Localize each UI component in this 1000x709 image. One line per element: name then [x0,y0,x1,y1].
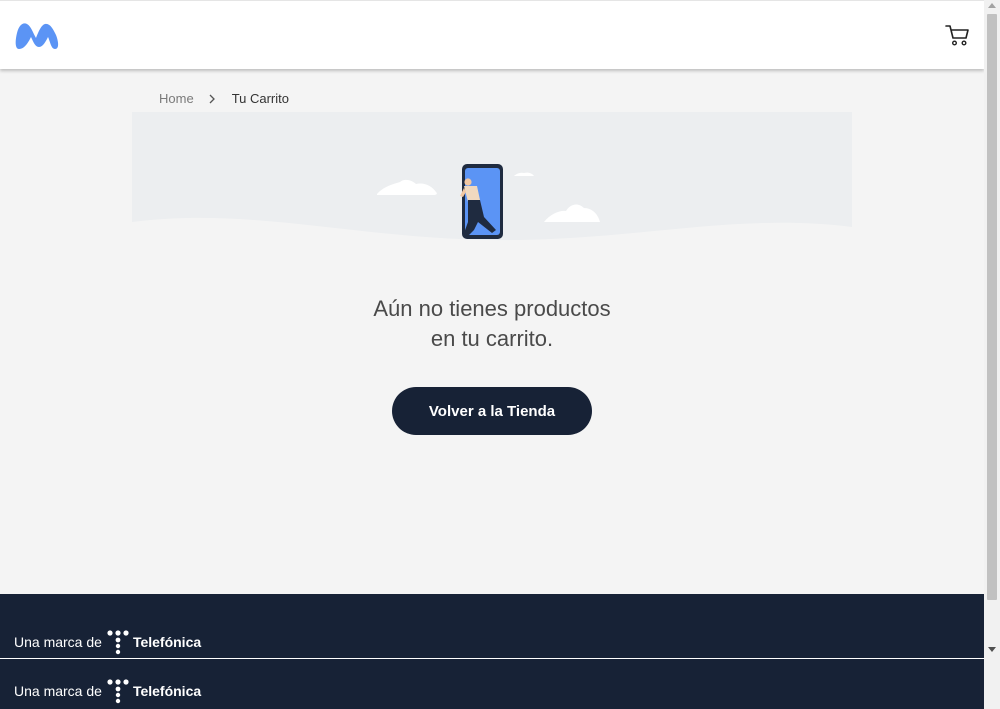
person-walking-out-of-phone-illustration [132,112,852,241]
empty-cart-message: Aún no tienes productos en tu carrito. [292,294,692,354]
empty-cart-banner [132,112,852,242]
footer-brand-name: Telefónica [132,634,202,650]
telefonica-logo-icon [107,630,129,655]
footer-brand-prefix: Una marca de [14,634,102,650]
site-footer: Una marca de Telefónica Una marca de Tel… [0,594,984,709]
breadcrumb-current: Tu Carrito [231,91,289,106]
scroll-down-arrow-icon[interactable] [988,647,996,652]
empty-cart-message-line2: en tu carrito. [430,326,554,351]
footer-brand-prefix: Una marca de [14,683,102,699]
footer-brand-row: Una marca de Telefónica [0,667,984,709]
scrollbar-thumb[interactable] [987,14,997,600]
footer-divider [0,658,984,659]
scroll-up-arrow-icon[interactable] [988,3,996,8]
back-to-store-button[interactable]: Volver a la Tienda [392,387,592,435]
page-viewport: Home Tu Carrito Aún no tienes productos … [0,0,984,709]
vertical-scrollbar[interactable] [984,0,1000,709]
breadcrumb: Home Tu Carrito [159,91,289,106]
movistar-logo-icon[interactable] [14,17,62,53]
footer-brand-name: Telefónica [132,683,202,699]
breadcrumb-home-link[interactable]: Home [159,91,194,106]
shopping-cart-icon[interactable] [944,23,970,47]
telefonica-logo-icon [107,679,129,704]
empty-cart-message-line1: Aún no tienes productos [373,296,611,321]
site-header [0,0,984,69]
chevron-right-icon [209,94,215,103]
